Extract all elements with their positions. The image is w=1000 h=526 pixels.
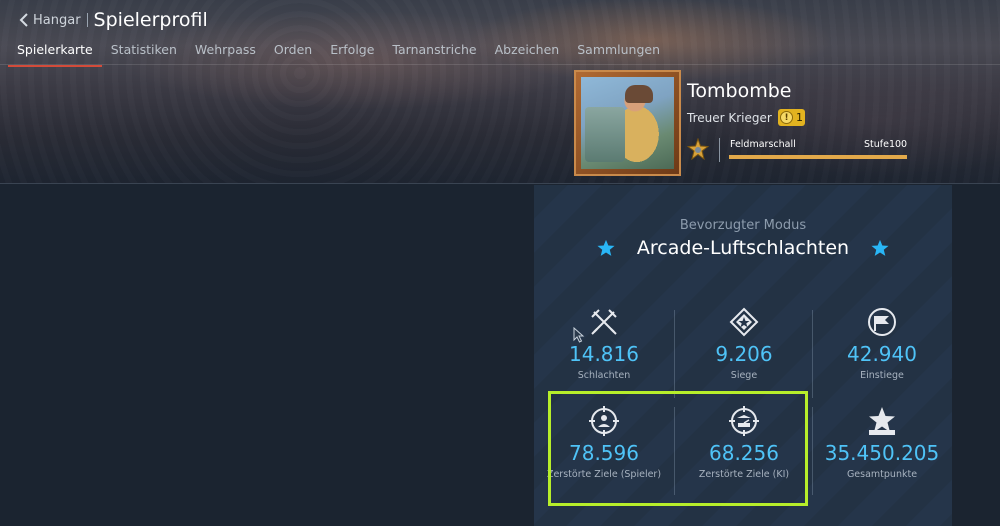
star-podium-icon [869,407,895,435]
stat-value: 78.596 [569,441,639,465]
rank-divider [719,138,720,162]
stat-destroyed-players: 78.596 Zerstörte Ziele (Spieler) [534,406,674,480]
tabs-divider [0,64,1000,65]
star-icon [597,239,615,256]
stat-label: Gesamtpunkte [846,469,918,480]
rank-name: Feldmarschall [730,139,796,150]
avatar[interactable] [581,77,674,169]
victory-diamond-icon [729,307,759,337]
rank-progress-bar [729,155,907,159]
stat-total-score: 35.450.205 Gesamtpunkte [812,406,952,480]
stat-value: 68.256 [709,441,779,465]
rank-level: Stufe100 [864,139,908,150]
exclamation-icon: ! [780,111,793,124]
stat-destroyed-ai: 68.256 Zerstörte Ziele (KI) [674,406,814,480]
rank-progress-fill [729,155,907,159]
avatar-frame[interactable] [574,70,681,176]
preferred-mode-label: Bevorzugter Modus [679,218,807,233]
player-name: Tombombe [687,80,792,102]
page-title: Spielerprofil [93,9,208,31]
stat-value: 9.206 [715,342,773,366]
stat-value: 42.940 [847,342,917,366]
preferred-mode-name: Arcade-Luftschlachten [636,237,850,259]
star-icon [871,239,889,256]
stat-label: Siege [730,370,758,381]
stat-label: Zerstörte Ziele (KI) [698,469,790,480]
back-to-hangar-link[interactable]: Hangar [33,13,81,28]
player-title[interactable]: Treuer Krieger [687,111,772,125]
rank-star-icon [687,138,709,160]
badge-count: 1 [796,111,803,124]
stat-label: Zerstörte Ziele (Spieler) [546,469,662,480]
top-bar: Hangar Spielerprofil [18,9,208,31]
chevron-left-icon[interactable] [18,12,30,28]
mouse-cursor-icon [573,327,585,343]
title-badge[interactable]: ! 1 [778,109,805,126]
crosshair-ai-icon [729,406,759,436]
preferred-mode-row: Arcade-Luftschlachten [534,237,952,259]
crosshair-player-icon [589,406,619,436]
stat-victories: 9.206 Siege [674,307,814,381]
title-separator [86,13,88,27]
stats-panel: Bevorzugter Modus Arcade-Luftschlachten … [534,185,952,526]
stat-value: 35.450.205 [824,441,940,465]
stat-label: Schlachten [577,370,631,381]
crossed-swords-icon [591,309,617,335]
stat-battles: 14.816 Schlachten [534,307,674,381]
stat-sorties: 42.940 Einstiege [812,307,952,381]
flag-circle-icon [868,308,896,336]
stat-label: Einstiege [860,370,904,381]
stat-value: 14.816 [569,342,639,366]
